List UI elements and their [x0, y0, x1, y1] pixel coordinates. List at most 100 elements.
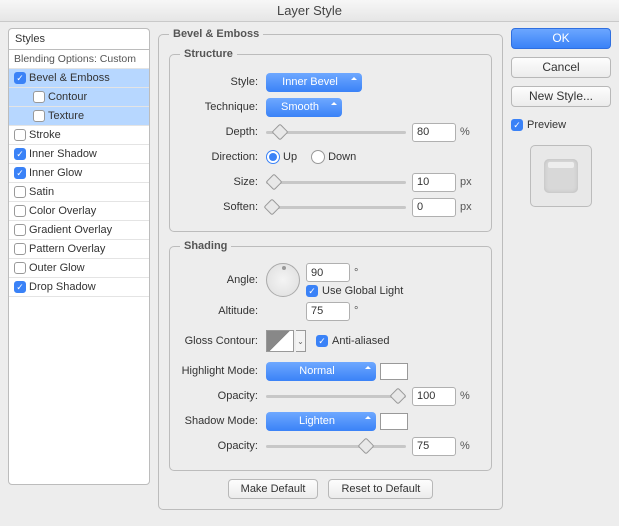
style-checkbox[interactable]: [14, 205, 26, 217]
style-label: Style:: [180, 76, 266, 88]
depth-slider[interactable]: [266, 124, 406, 140]
style-label: Contour: [48, 91, 87, 103]
shading-group: Shading Angle: °: [169, 240, 492, 471]
style-checkbox[interactable]: [14, 167, 26, 179]
style-row[interactable]: Stroke: [9, 126, 149, 145]
style-checkbox[interactable]: [33, 110, 45, 122]
shadow-opacity-input[interactable]: [412, 437, 456, 456]
style-checkbox[interactable]: [14, 243, 26, 255]
style-row[interactable]: Drop Shadow: [9, 278, 149, 297]
angle-dial[interactable]: [266, 263, 300, 297]
highlight-opacity-label: Opacity:: [180, 390, 266, 402]
anti-aliased-label: Anti-aliased: [332, 335, 389, 347]
style-label: Satin: [29, 186, 54, 198]
soften-label: Soften:: [180, 201, 266, 213]
style-checkbox[interactable]: [14, 148, 26, 160]
style-checkbox[interactable]: [14, 129, 26, 141]
structure-title: Structure: [180, 48, 237, 60]
angle-unit: °: [354, 267, 358, 279]
style-label: Inner Shadow: [29, 148, 97, 160]
gloss-contour-swatch[interactable]: [266, 330, 294, 352]
depth-input[interactable]: [412, 123, 456, 142]
cancel-button[interactable]: Cancel: [511, 57, 611, 78]
dialog-content: Styles Blending Options: Custom Bevel & …: [0, 22, 619, 526]
global-light-checkbox[interactable]: [306, 285, 318, 297]
style-checkbox[interactable]: [14, 186, 26, 198]
altitude-input[interactable]: [306, 302, 350, 321]
shadow-mode-select[interactable]: Lighten: [266, 412, 376, 431]
bevel-emboss-group: Bevel & Emboss Structure Style: Inner Be…: [158, 28, 503, 510]
styles-header[interactable]: Styles: [8, 28, 150, 49]
soften-slider[interactable]: [266, 199, 406, 215]
style-label: Gradient Overlay: [29, 224, 112, 236]
shadow-color-swatch[interactable]: [380, 413, 408, 430]
style-row[interactable]: Inner Shadow: [9, 145, 149, 164]
style-label: Inner Glow: [29, 167, 82, 179]
style-label: Texture: [48, 110, 84, 122]
size-label: Size:: [180, 176, 266, 188]
style-row[interactable]: Outer Glow: [9, 259, 149, 278]
preview-checkbox[interactable]: [511, 119, 523, 131]
down-label: Down: [328, 151, 356, 163]
gloss-label: Gloss Contour:: [180, 335, 266, 347]
highlight-mode-select[interactable]: Normal: [266, 362, 376, 381]
style-row[interactable]: Inner Glow: [9, 164, 149, 183]
style-checkbox[interactable]: [14, 224, 26, 236]
style-row[interactable]: Gradient Overlay: [9, 221, 149, 240]
angle-input[interactable]: [306, 263, 350, 282]
highlight-opacity-unit: %: [460, 390, 470, 402]
style-select[interactable]: Inner Bevel: [266, 73, 362, 92]
gloss-contour-popup[interactable]: ⌄: [296, 330, 306, 352]
reset-default-button[interactable]: Reset to Default: [328, 479, 433, 499]
size-input[interactable]: [412, 173, 456, 192]
soften-unit: px: [460, 201, 472, 213]
styles-list: Blending Options: Custom Bevel & Emboss C…: [8, 49, 150, 485]
direction-label: Direction:: [180, 151, 266, 163]
direction-up-radio[interactable]: [266, 150, 280, 164]
size-slider[interactable]: [266, 174, 406, 190]
window-title: Layer Style: [0, 0, 619, 22]
action-panel: OK Cancel New Style... Preview: [511, 28, 611, 518]
angle-label: Angle:: [180, 274, 266, 286]
style-row[interactable]: Texture: [9, 107, 149, 126]
style-row[interactable]: Bevel & Emboss: [9, 69, 149, 88]
style-label: Stroke: [29, 129, 61, 141]
style-row[interactable]: Color Overlay: [9, 202, 149, 221]
panel-title: Bevel & Emboss: [169, 28, 263, 40]
ok-button[interactable]: OK: [511, 28, 611, 49]
style-row[interactable]: Satin: [9, 183, 149, 202]
preview-label: Preview: [527, 119, 566, 131]
soften-input[interactable]: [412, 198, 456, 217]
style-label: Pattern Overlay: [29, 243, 105, 255]
global-light-label: Use Global Light: [322, 285, 403, 297]
shadow-opacity-slider[interactable]: [266, 438, 406, 454]
new-style-button[interactable]: New Style...: [511, 86, 611, 107]
anti-aliased-checkbox[interactable]: [316, 335, 328, 347]
shadow-opacity-label: Opacity:: [180, 440, 266, 452]
style-row[interactable]: Contour: [9, 88, 149, 107]
style-checkbox[interactable]: [14, 281, 26, 293]
highlight-opacity-input[interactable]: [412, 387, 456, 406]
preview-thumbnail: [530, 145, 592, 207]
technique-label: Technique:: [180, 101, 266, 113]
effect-panel: Bevel & Emboss Structure Style: Inner Be…: [158, 28, 503, 518]
style-checkbox[interactable]: [33, 91, 45, 103]
altitude-unit: °: [354, 305, 358, 317]
make-default-button[interactable]: Make Default: [228, 479, 319, 499]
highlight-color-swatch[interactable]: [380, 363, 408, 380]
blending-options-row[interactable]: Blending Options: Custom: [9, 50, 149, 69]
depth-unit: %: [460, 126, 470, 138]
styles-panel: Styles Blending Options: Custom Bevel & …: [8, 28, 150, 518]
style-checkbox[interactable]: [14, 262, 26, 274]
highlight-opacity-slider[interactable]: [266, 388, 406, 404]
altitude-label: Altitude:: [180, 305, 266, 317]
direction-down-radio[interactable]: [311, 150, 325, 164]
style-label: Drop Shadow: [29, 281, 96, 293]
shadow-opacity-unit: %: [460, 440, 470, 452]
style-label: Bevel & Emboss: [29, 72, 110, 84]
highlight-mode-label: Highlight Mode:: [180, 365, 266, 377]
style-row[interactable]: Pattern Overlay: [9, 240, 149, 259]
technique-select[interactable]: Smooth: [266, 98, 342, 117]
size-unit: px: [460, 176, 472, 188]
style-checkbox[interactable]: [14, 72, 26, 84]
